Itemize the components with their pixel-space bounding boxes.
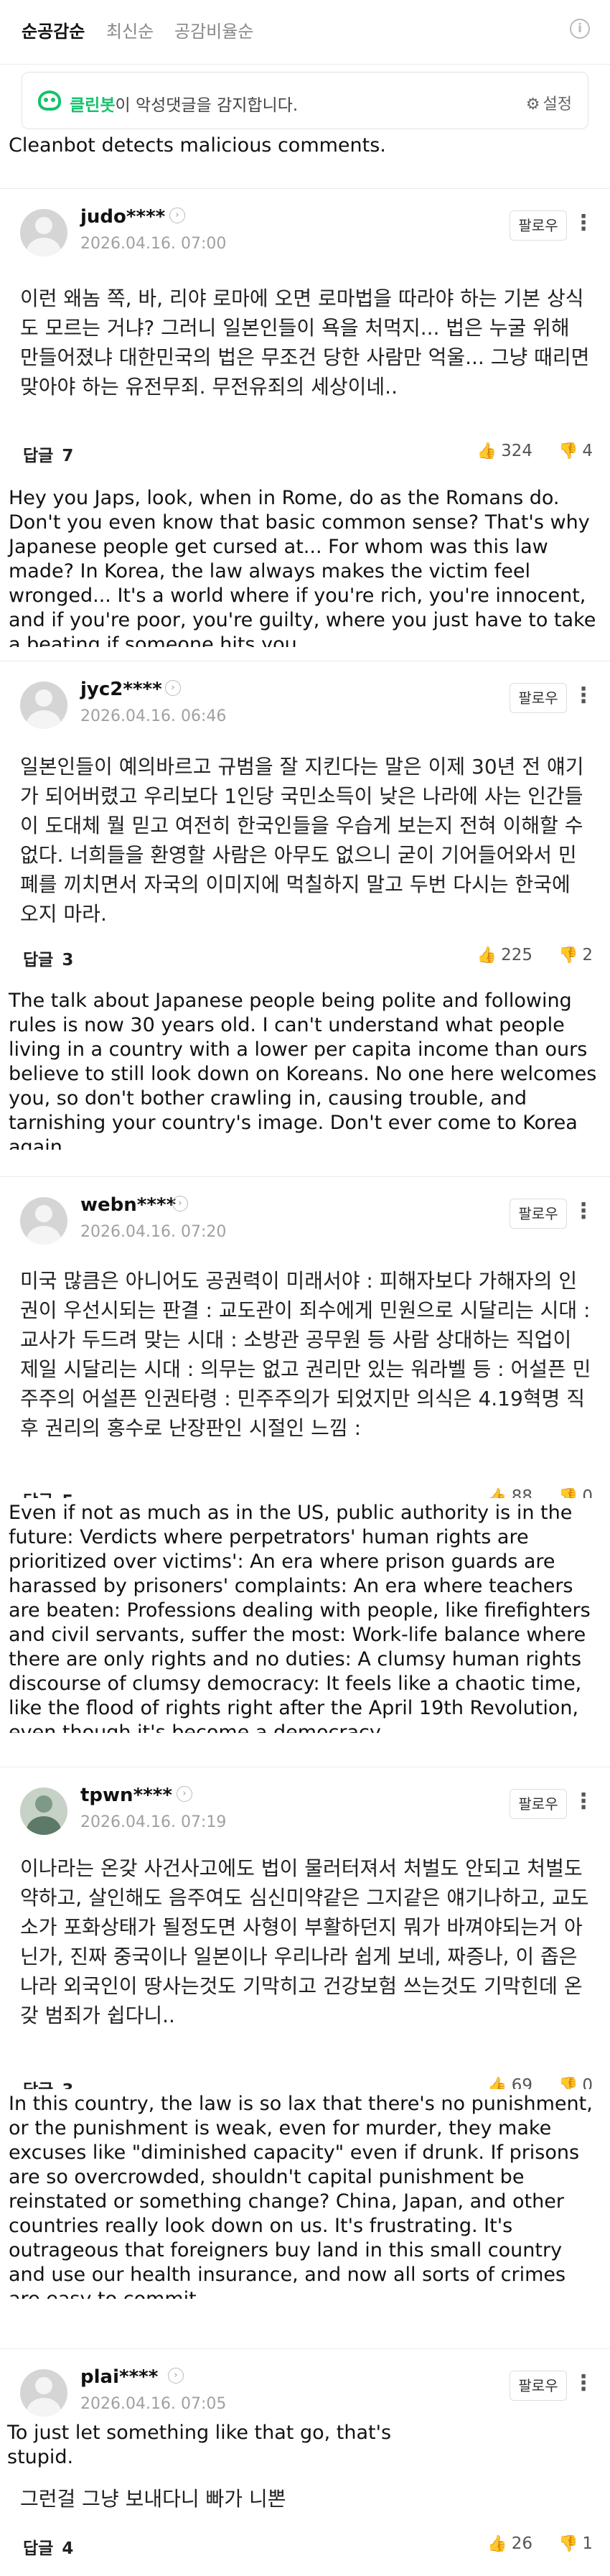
translation-overlay: Even if not as much as in the US, public… [0,1498,610,1733]
dislike-button[interactable]: 👎 4 [558,442,593,460]
reply-button[interactable]: 답글 4 [20,2534,73,2559]
comment-nickname[interactable]: tpwn**** [80,1785,172,1806]
dislike-count: 4 [582,442,593,460]
follow-button[interactable]: 팔로우 [510,683,567,713]
chevron-right-icon[interactable]: › [177,1786,192,1802]
translation-overlay: In this country, the law is so lax that … [0,2089,610,2299]
dislike-count: 2 [582,946,593,964]
tab-latest[interactable]: 최신순 [106,17,154,42]
cleanbot-settings-label: 설정 [543,96,572,113]
thumbs-up-icon: 👍 [487,2535,507,2553]
reply-button[interactable]: 답글 7 [20,442,73,466]
translation-overlay: The talk about Japanese people being pol… [0,986,610,1150]
follow-button[interactable]: 팔로우 [510,2371,567,2401]
avatar[interactable] [20,1787,67,1835]
avatar[interactable] [20,2369,67,2417]
avatar[interactable] [20,682,67,729]
comment-text: 이런 왜놈 쪽, 바, 리야 로마에 오면 로마법을 따라야 하는 기본 상식도… [20,287,590,399]
follow-button[interactable]: 팔로우 [510,1789,567,1819]
like-count: 26 [511,2534,532,2553]
thumbs-up-icon: 👍 [477,442,497,460]
chevron-right-icon[interactable]: › [172,1196,188,1212]
like-button[interactable]: 👍 225 [477,946,532,964]
cleanbot-brand: 클린봇 [70,96,116,115]
thumbs-down-icon: 👎 [558,947,578,964]
cleanbot-message-text: 이 악성댓글을 감지합니다. [115,96,299,115]
like-count: 225 [501,946,532,964]
reply-label: 답글 [23,2539,54,2558]
cleanbot-logo-icon [38,90,61,111]
reply-count: 4 [56,2539,74,2558]
chevron-right-icon[interactable]: › [168,2368,184,2384]
translation-overlay: Cleanbot detects malicious comments. [0,131,610,184]
like-count: 324 [501,442,532,460]
reply-label: 답글 [23,447,54,465]
cleanbot-banner: 클린봇이 악성댓글을 감지합니다. ⚙ 설정 [22,72,588,129]
comment-item: jyc2**** › 2026.04.16. 06:46 팔로우 ⋮ 일본인들이… [0,661,610,1156]
cleanbot-message: 클린봇이 악성댓글을 감지합니다. [70,91,298,116]
comment-text: 그런걸 그냥 보내다니 빠가 니뽄 [20,2487,286,2511]
comment-date: 2026.04.16. 07:19 [80,1813,227,1831]
thumbs-up-icon: 👍 [477,947,497,964]
tab-sympathy-ratio[interactable]: 공감비율순 [174,17,253,42]
comment-nickname[interactable]: jyc2**** [80,679,162,700]
comment-nickname[interactable]: webn**** [80,1194,176,1216]
follow-button[interactable]: 팔로우 [510,1199,567,1229]
like-button[interactable]: 👍 26 [487,2534,532,2553]
translation-overlay: Hey you Japs, look, when in Rome, do as … [0,483,610,647]
more-options-icon[interactable]: ⋮ [573,2371,594,2396]
chevron-right-icon[interactable]: › [165,680,181,696]
more-options-icon[interactable]: ⋮ [573,1789,594,1814]
reply-count: 7 [56,447,74,465]
thumbs-down-icon: 👎 [558,442,578,460]
dislike-button[interactable]: 👎 1 [558,2534,593,2553]
gear-icon: ⚙ [525,96,540,113]
tab-sympathy[interactable]: 순공감순 [22,17,85,42]
reply-label: 답글 [23,951,54,970]
cleanbot-settings-button[interactable]: ⚙ 설정 [526,91,572,114]
info-icon[interactable]: i [570,19,590,39]
more-options-icon[interactable]: ⋮ [573,683,594,708]
avatar[interactable] [20,1197,67,1245]
dislike-button[interactable]: 👎 2 [558,946,593,964]
comment-date: 2026.04.16. 07:20 [80,1223,227,1241]
comment-item: judo**** › 2026.04.16. 07:00 팔로우 ⋮ 이런 왜놈… [0,188,610,647]
sort-tabs: 순공감순 최신순 공감비율순 i [0,0,610,65]
comment-text: 일본인들이 예의바르고 규범을 잘 지킨다는 말은 이제 30년 전 얘기가 되… [20,755,584,926]
comment-item: plai**** › 2026.04.16. 07:05 팔로우 ⋮ To ju… [0,2348,610,2576]
follow-button[interactable]: 팔로우 [510,210,567,241]
more-options-icon[interactable]: ⋮ [573,1199,594,1224]
comment-text: 미국 많큼은 아니어도 공권력이 미래서야 : 피해자보다 가해자의 인권이 우… [20,1269,591,1440]
reply-button[interactable]: 답글 3 [20,946,73,970]
comment-date: 2026.04.16. 07:00 [80,235,227,253]
more-options-icon[interactable]: ⋮ [573,210,594,236]
translation-overlay: To just let something like that go, that… [7,2418,438,2473]
reply-count: 3 [56,951,74,970]
dislike-count: 1 [582,2534,593,2553]
thumbs-down-icon: 👎 [558,2535,578,2553]
comment-nickname[interactable]: judo**** [80,206,165,228]
like-button[interactable]: 👍 324 [477,442,532,460]
chevron-right-icon[interactable]: › [169,208,185,223]
avatar[interactable] [20,209,67,256]
comment-date: 2026.04.16. 07:05 [80,2395,227,2413]
comment-item: webn**** › 2026.04.16. 07:20 팔로우 ⋮ 미국 많큼… [0,1176,610,1740]
comment-date: 2026.04.16. 06:46 [80,707,227,725]
comment-nickname[interactable]: plai**** [80,2366,158,2388]
comment-text: 이나라는 온갖 사건사고에도 법이 물러터져서 처벌도 안되고 처벌도 약하고,… [20,1856,589,2027]
comment-item: tpwn**** › 2026.04.16. 07:19 팔로우 ⋮ 이나라는 … [0,1767,610,2334]
